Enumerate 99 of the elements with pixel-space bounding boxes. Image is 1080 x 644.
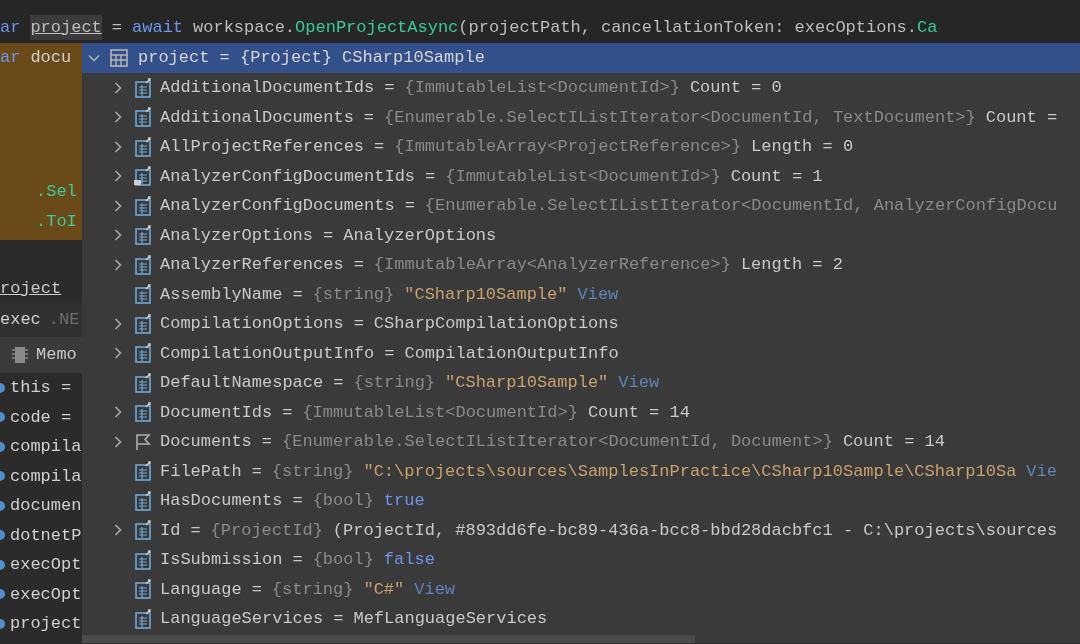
property-name: AdditionalDocuments — [160, 106, 354, 129]
property-value: Count = 0 — [689, 77, 782, 99]
equals-sign: = — [291, 490, 304, 512]
property-value: Length = 0 — [751, 136, 854, 158]
property-type: {string} — [353, 372, 436, 394]
property-value: Count = 14 — [842, 431, 945, 453]
property-type: {ProjectId} — [210, 519, 323, 542]
property-value: CSharpCompilationOptions — [373, 313, 619, 335]
equals-sign: = — [260, 431, 274, 453]
property-value: Count = 1 — [730, 165, 823, 188]
equals-sign: = — [424, 165, 437, 188]
equals-sign: = — [332, 608, 345, 630]
property-name: CompilationOutputInfo — [160, 342, 375, 365]
property-name: AnalyzerConfigDocuments — [160, 195, 395, 217]
equals-sign: = — [189, 519, 202, 542]
property-value: CompilationOutputInfo — [404, 342, 619, 365]
property-type: {string} — [312, 283, 395, 306]
property-type: {Enumerable.SelectIListIterator<DocumentId, Document>} — [282, 431, 833, 453]
equals-sign: = — [362, 106, 376, 129]
property-name: AdditionalDocumentIds — [160, 77, 375, 99]
variable-name: exec — [0, 309, 41, 332]
property-name: AnalyzerConfigDocumentIds — [160, 165, 416, 188]
code-token: execOptions. — [794, 16, 917, 39]
property-name: DocumentIds — [160, 401, 273, 424]
property-name: Language — [160, 578, 242, 601]
property-name: Documents — [160, 431, 252, 453]
property-value: "C#" — [363, 578, 405, 601]
property-type: {ImmutableList<DocumentId>} — [302, 401, 578, 424]
variable-item[interactable]: documen — [10, 493, 82, 519]
property-name: DefaultNamespace — [160, 372, 324, 394]
property-type: {bool} — [312, 549, 374, 571]
variable-type: .NE — [48, 309, 80, 332]
code-token: = — [111, 16, 123, 39]
code-token: workspace. — [193, 16, 296, 39]
equals-sign: = — [352, 254, 365, 276]
code-token: OpenProjectAsync — [295, 16, 459, 39]
property-name: AnalyzerReferences — [160, 254, 344, 276]
property-value: Count = — [985, 106, 1058, 129]
property-type: {ImmutableArray<ProjectReference>} — [394, 136, 742, 158]
property-value: Length = 2 — [740, 254, 843, 276]
code-token: ar — [0, 47, 21, 70]
variable-item[interactable]: dotnetP — [10, 522, 82, 548]
property-value: "C:\projects\sources\SamplesInPractice\CSharp10Sample\CSharp10Sa — [363, 460, 1017, 483]
property-value: AnalyzerOptions — [343, 224, 497, 247]
property-type: {Enumerable.SelectIListIterator<DocumentId, AnalyzerConfigDocu — [424, 195, 1058, 217]
code-token: cancellationToken: — [600, 16, 785, 39]
equals-sign: = — [403, 195, 416, 217]
property-type: {ImmutableList<DocumentId>} — [404, 77, 680, 99]
code-token: docu — [30, 47, 72, 70]
property-type: {string} — [271, 460, 354, 483]
property-name: HasDocuments — [160, 490, 283, 512]
popup-header-row[interactable]: project = {Project} CSharp10Sample — [82, 43, 1080, 73]
equals-sign: = — [383, 77, 396, 99]
code-token: .ToI — [36, 211, 77, 234]
property-name: CompilationOptions — [160, 313, 344, 335]
equals-sign: = — [250, 460, 263, 483]
equals-sign: = — [250, 578, 263, 601]
property-value: false — [383, 549, 435, 571]
property-type: {bool} — [312, 490, 374, 512]
equals-sign: = — [281, 401, 294, 424]
property-name: AnalyzerOptions — [160, 224, 314, 247]
variable-item[interactable]: compila — [10, 434, 82, 460]
property-type: {string} — [271, 578, 354, 601]
code-token: ar — [0, 16, 21, 39]
watch-expression: roject — [0, 277, 62, 300]
property-value: "CSharp10Sample" — [404, 283, 568, 306]
property-name: AssemblyName — [160, 283, 283, 306]
property-value: (ProjectId, #893dd6fe-bc89-436a-bcc8-bbd28dacbfc1 - C:\projects\sources — [332, 519, 1058, 542]
equals-sign: = — [291, 549, 304, 571]
equals-sign: = — [352, 313, 365, 335]
code-token: project — [30, 14, 102, 40]
variable-item[interactable]: code = — [10, 404, 72, 430]
code-token: (projectPath, — [458, 16, 591, 39]
code-token: Ca — [917, 16, 938, 39]
property-type: {ImmutableList<DocumentId>} — [445, 165, 721, 188]
code-token: await — [132, 16, 184, 39]
property-name: IsSubmission — [160, 549, 283, 571]
property-name: Id — [160, 519, 181, 542]
property-name: FilePath — [160, 460, 242, 483]
code-token: .Sel — [36, 181, 77, 204]
property-value: MefLanguageServices — [353, 608, 548, 630]
equals-sign: = — [322, 224, 335, 247]
variable-item[interactable]: project — [10, 611, 82, 637]
property-value: true — [383, 490, 425, 512]
property-type: {Enumerable.SelectIListIterator<DocumentId, TextDocument>} — [384, 106, 976, 129]
property-name: AllProjectReferences — [160, 136, 365, 158]
equals-sign: = — [332, 372, 345, 394]
memory-tab[interactable]: Memo — [0, 337, 82, 373]
variable-item[interactable]: execOpt — [10, 552, 82, 578]
variable-item[interactable]: execOpt — [10, 581, 82, 607]
equals-sign: = — [383, 342, 396, 365]
variable-item[interactable]: compila — [10, 463, 82, 489]
property-type: {ImmutableArray<AnalyzerReference>} — [373, 254, 731, 276]
property-name: LanguageServices — [160, 608, 324, 630]
equals-sign: = — [291, 283, 304, 306]
property-value: Count = 14 — [587, 401, 690, 424]
equals-sign: = — [373, 136, 386, 158]
variable-item[interactable]: this = — [10, 375, 72, 401]
property-value: "CSharp10Sample" — [445, 372, 609, 394]
